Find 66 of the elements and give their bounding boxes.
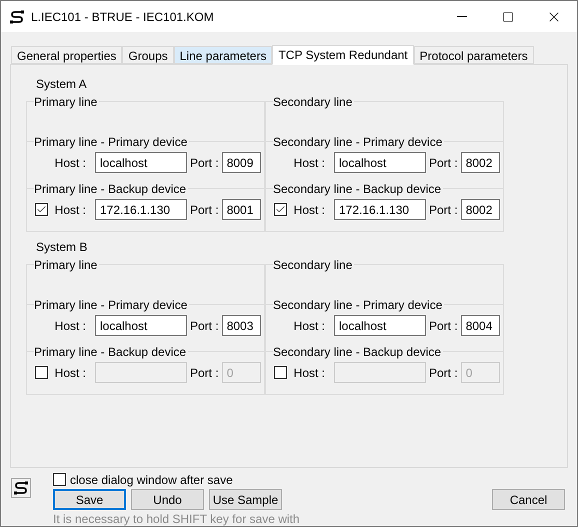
- checkbox[interactable]: [35, 366, 48, 380]
- host-label: Host :: [292, 318, 326, 335]
- action-button[interactable]: Use Sample: [209, 489, 282, 510]
- host-field[interactable]: [95, 362, 187, 384]
- port-field[interactable]: 8009: [222, 152, 261, 174]
- checkbox-label: close dialog window after save: [70, 472, 233, 488]
- host-label: Host :: [54, 202, 87, 219]
- host-field[interactable]: localhost: [95, 315, 187, 336]
- host-field[interactable]: localhost: [334, 315, 426, 336]
- host-field[interactable]: 172.16.1.130: [95, 199, 187, 220]
- group-title: Primary line - Primary device: [34, 298, 188, 312]
- window-title: L.IEC101 - BTRUE - IEC101.KOM: [31, 8, 214, 26]
- group-title: Secondary line: [273, 258, 354, 272]
- checkbox[interactable]: [53, 473, 66, 486]
- port-label: Port :: [190, 364, 219, 382]
- port-label: Port :: [429, 202, 458, 219]
- port-field[interactable]: 8002: [460, 152, 500, 174]
- port-label: Port :: [190, 318, 219, 335]
- minimize-icon: [457, 16, 467, 17]
- port-label: Port :: [429, 154, 458, 172]
- hint-text: It is necessary to hold SHIFT key for save with: [53, 512, 301, 526]
- checkbox[interactable]: [274, 366, 287, 380]
- cancel-button[interactable]: Cancel: [492, 489, 565, 510]
- port-label: Port :: [429, 364, 458, 382]
- port-field[interactable]: 8004: [460, 315, 500, 336]
- port-label: Port :: [190, 154, 219, 172]
- plug-icon: [13, 480, 29, 496]
- action-button[interactable]: Undo: [131, 489, 204, 510]
- port-field[interactable]: 8002: [460, 199, 500, 220]
- group-title: Primary line - Backup device: [34, 182, 188, 196]
- port-label: Port :: [429, 318, 458, 335]
- group-title: Primary line: [34, 258, 98, 272]
- group-title: Secondary line - Backup device: [273, 182, 442, 196]
- group-title: Primary line - Primary device: [34, 134, 188, 149]
- host-label: Host :: [54, 154, 87, 172]
- tab[interactable]: General properties: [11, 46, 122, 64]
- group-title: Secondary line - Backup device: [273, 344, 442, 359]
- checkbox[interactable]: [274, 203, 287, 216]
- host-field[interactable]: 172.16.1.130: [334, 199, 426, 220]
- plug-button[interactable]: [11, 478, 31, 498]
- group-title: Secondary line - Primary device: [273, 298, 444, 312]
- host-label: Host :: [292, 364, 326, 382]
- port-field[interactable]: 8001: [222, 199, 261, 220]
- port-field[interactable]: 8003: [222, 315, 261, 336]
- action-button[interactable]: Save: [53, 489, 126, 510]
- group-title: Secondary line: [273, 94, 354, 109]
- section-title: System B: [36, 240, 88, 254]
- host-field[interactable]: [334, 362, 426, 384]
- host-label: Host :: [54, 318, 87, 335]
- tab[interactable]: Protocol parameters: [414, 46, 534, 64]
- host-label: Host :: [292, 202, 326, 219]
- host-field[interactable]: localhost: [95, 152, 187, 174]
- group-title: Secondary line - Primary device: [273, 134, 444, 149]
- port-label: Port :: [190, 202, 219, 219]
- host-label: Host :: [292, 154, 326, 172]
- host-field[interactable]: localhost: [334, 152, 426, 174]
- host-label: Host :: [54, 364, 87, 382]
- group-title: Primary line - Backup device: [34, 344, 188, 359]
- tab[interactable]: Groups: [122, 46, 174, 64]
- maximize-icon: [502, 10, 514, 22]
- section-title: System A: [36, 76, 88, 91]
- checkbox[interactable]: [35, 203, 48, 216]
- tab[interactable]: TCP System Redundant: [272, 44, 414, 65]
- plug-icon: [9, 8, 25, 24]
- tab[interactable]: Line parameters: [174, 46, 272, 64]
- group-title: Primary line: [34, 94, 98, 109]
